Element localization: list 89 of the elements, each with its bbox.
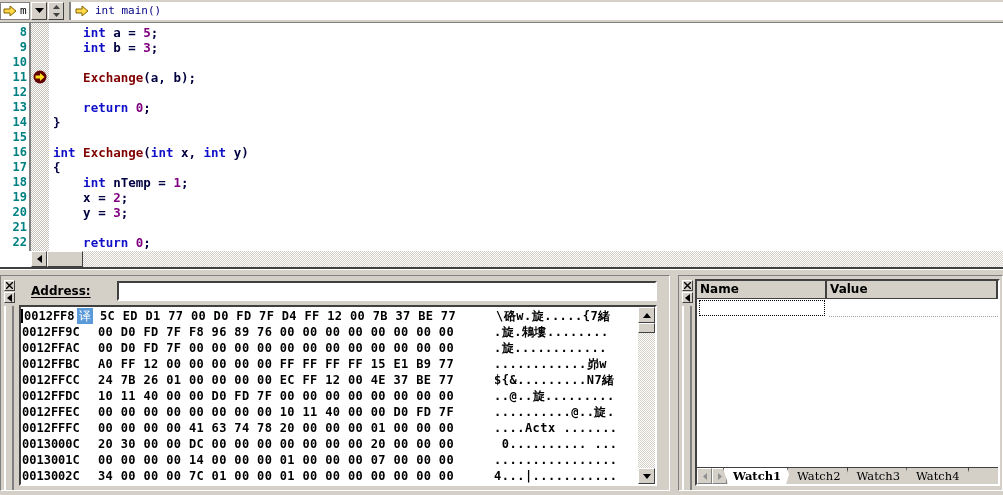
memory-bytes: 00 D0 FD 7F 00 00 00 00 00 00 00 00 00 00 00 00: [98, 341, 455, 355]
arrow-icon: [75, 4, 89, 17]
column-header[interactable]: Name: [697, 281, 827, 298]
close-button[interactable]: [681, 280, 693, 291]
memory-bytes: A0 FF 12 00 00 00 00 00 FF FF FF FF 15 E1 B9 77: [98, 357, 455, 371]
caret-icon: [34, 8, 44, 14]
line-number: 21: [11, 219, 28, 235]
memory-address: 0012FFDC: [21, 389, 81, 403]
code-line: Exchange(a, b);: [82, 69, 196, 85]
code-line: y = 3;: [82, 204, 129, 220]
spinner-arrows-icon: [51, 3, 61, 18]
memory-ascii: ..@..旋.........: [494, 387, 615, 405]
code-line: return 0;: [82, 99, 151, 115]
line-number: 22: [11, 234, 28, 250]
code-line: return 0;: [82, 234, 151, 250]
pane-grip[interactable]: [682, 306, 692, 490]
memory-address: 0012FFCC: [21, 373, 81, 387]
memory-bytes: 20 30 00 00 DC 00 00 00 00 00 00 00 20 00 00 00: [98, 437, 455, 451]
line-number: 16: [11, 144, 28, 160]
memory-ascii: .旋............: [494, 339, 607, 357]
name-cell[interactable]: [699, 300, 825, 316]
tab-scroll-left-button[interactable]: [697, 468, 712, 484]
memory-ascii: .旋.鴸塿........: [494, 323, 609, 341]
code-line: {: [53, 159, 61, 175]
memory-ascii: \硌w.旋.....{7緒: [496, 307, 611, 325]
arrow-icon: [3, 4, 17, 17]
current-line-arrow-icon: [33, 70, 47, 85]
memory-address: 0012FF9C: [21, 325, 81, 339]
memory-address: 0012FFBC: [21, 357, 81, 371]
memory-address: 0012FFAC: [21, 341, 81, 355]
line-number: 14: [11, 114, 28, 130]
memory-bytes: 10 11 40 00 00 D0 FD 7F 00 00 00 00 00 00 00 00: [98, 389, 455, 403]
code-line: x = 2;: [82, 189, 129, 205]
memory-bytes: 00 D0 FD 7F F8 96 89 76 00 00 00 00 00 00 00 00: [98, 325, 455, 339]
code-line: int Exchange(int x, int y): [53, 144, 249, 160]
memory-bytes: 00 00 00 00 41 63 74 78 20 00 00 00 01 00 00 00: [98, 421, 455, 435]
function-field[interactable]: int main(): [69, 1, 1003, 20]
memory-address: 0012FFFC: [21, 421, 81, 435]
memory-ascii: ${&.........N7緒: [494, 371, 615, 389]
line-number: 13: [11, 99, 28, 115]
scroll-thumb[interactable]: [638, 323, 655, 333]
line-number: 19: [11, 189, 28, 205]
line-number: 11: [11, 69, 28, 85]
line-number: 18: [11, 174, 28, 190]
collapse-button[interactable]: [681, 292, 693, 303]
address-field[interactable]: [117, 281, 657, 301]
scroll-up-button[interactable]: [638, 307, 655, 323]
memory-address: 0013001C: [21, 453, 81, 467]
memory-ascii: 0.......... ...: [500, 437, 618, 451]
line-number: 8: [18, 24, 28, 40]
memory-bytes: 24 7B 26 01 00 00 00 00 EC FF 12 00 4E 37 BE 77: [98, 373, 455, 387]
left-arrow-icon: [36, 255, 42, 263]
pane-grip[interactable]: [4, 306, 14, 490]
memory-address: 0013000C: [21, 437, 81, 451]
memory-bytes: 00 00 00 00 14 00 00 00 01 00 00 00 07 00 00 00: [98, 453, 455, 467]
address-label: Address:: [30, 284, 92, 298]
memory-ascii: ..........@..旋.: [494, 403, 615, 421]
spinner-button[interactable]: [48, 1, 64, 20]
down-arrow-icon: [642, 473, 651, 479]
collapse-button[interactable]: [3, 292, 15, 303]
memory-bytes: 34 00 00 00 7C 01 00 00 01 00 00 00 00 00 00 00: [98, 469, 455, 483]
scroll-down-button[interactable]: [638, 468, 655, 484]
code-line: int b = 3;: [82, 39, 159, 55]
line-number: 20: [11, 204, 28, 220]
memory-ascii: ................: [494, 453, 618, 467]
context-combo[interactable]: m: [20, 4, 27, 18]
code-line: }: [53, 114, 61, 130]
memory-ascii: ....Actx .......: [494, 421, 618, 435]
code-line: int a = 5;: [82, 24, 159, 40]
memory-ascii: 4...|...........: [494, 469, 618, 483]
line-number: 15: [11, 129, 28, 145]
scroll-thumb[interactable]: [47, 251, 83, 267]
right-arrow-icon: [717, 472, 722, 480]
memory-ascii: ............峁w: [494, 355, 607, 373]
up-arrow-icon: [642, 312, 651, 318]
close-button[interactable]: [3, 280, 15, 291]
scroll-left-button[interactable]: [31, 251, 47, 267]
code-line: int nTemp = 1;: [82, 174, 189, 190]
memory-bytes: 00 00 00 00 00 00 00 00 10 11 40 00 00 D0 FD 7F: [98, 405, 455, 419]
column-header[interactable]: Value: [827, 281, 998, 298]
dropdown-button[interactable]: [31, 1, 47, 20]
memory-bytes: 5C ED D1 77 00 D0 FD 7F D4 FF 12 00 7B 37 BE 77: [100, 309, 457, 323]
line-number: 12: [11, 84, 28, 100]
left-arrow-icon: [702, 472, 707, 480]
line-number: 9: [18, 39, 28, 55]
line-number: 10: [11, 54, 28, 70]
memory-address: 0012FFEC: [21, 405, 81, 419]
line-number: 17: [11, 159, 28, 175]
memory-address: 0013002C: [21, 469, 81, 483]
